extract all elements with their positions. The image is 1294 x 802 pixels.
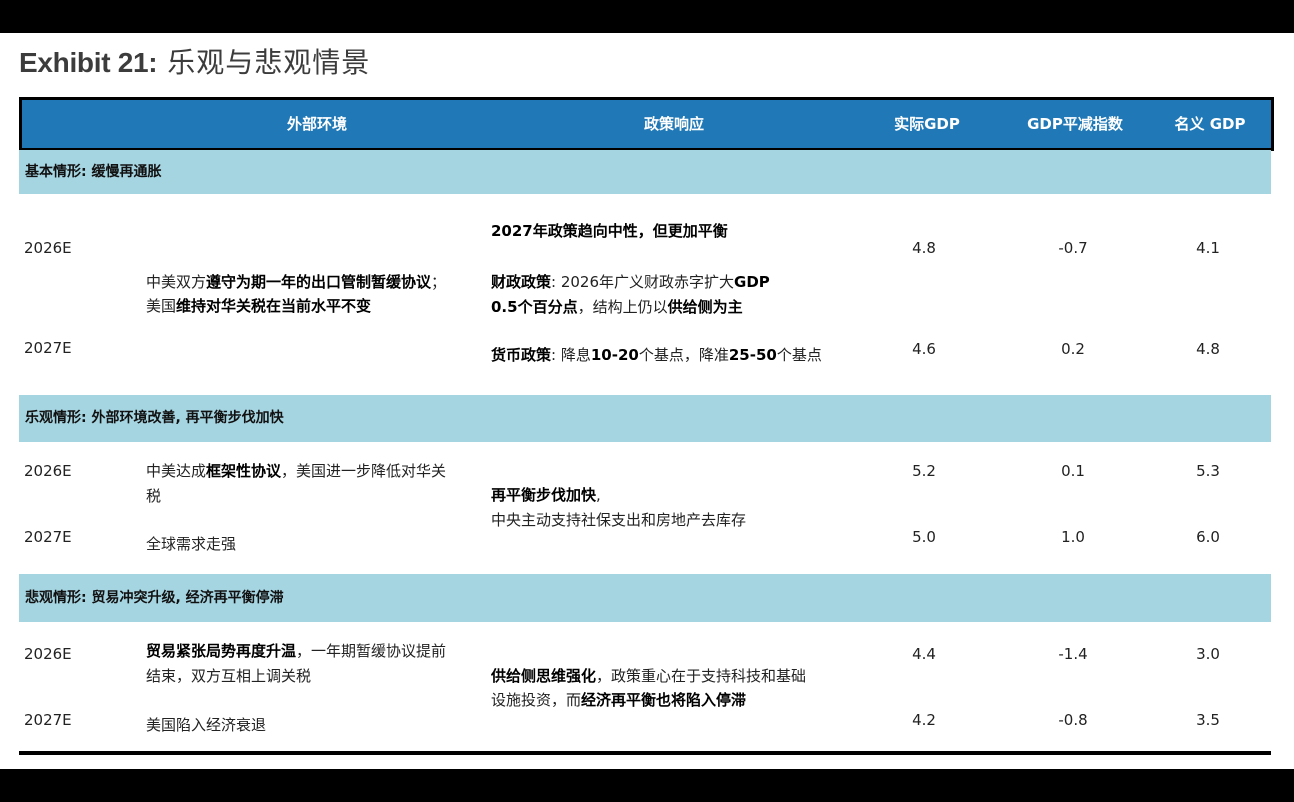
header-policy: 政策响应	[643, 115, 705, 133]
policy-fiscal: 财政政策: 2026年广义财政赤字扩大GDP	[491, 273, 770, 291]
external-text: 美国维持对华关税在当前水平不变	[146, 297, 372, 315]
report-page: Exhibit 21: 乐观与悲观情景 外部环境 政策响应 实际GDP GDP平减…	[0, 33, 1294, 769]
external-text: 中美达成框架性协议，美国进一步降低对华关	[146, 462, 447, 480]
scenario-band-pessimistic: 悲观情形: 贸易冲突升级, 经济再平衡停滞	[19, 574, 1271, 622]
real-gdp-value: 5.2	[912, 462, 936, 480]
nominal-gdp-value: 3.0	[1196, 645, 1220, 663]
year-label: 2026E	[24, 462, 72, 480]
scenario-label-pessimistic: 悲观情形: 贸易冲突升级, 经济再平衡停滞	[25, 590, 284, 606]
nominal-gdp-value: 5.3	[1196, 462, 1220, 480]
external-text: 美国陷入经济衰退	[146, 716, 267, 734]
external-text: 贸易紧张局势再度升温，一年期暂缓协议提前	[146, 642, 447, 660]
deflator-value: 0.2	[1061, 340, 1085, 358]
scenario-label-optimistic: 乐观情形: 外部环境改善, 再平衡步伐加快	[25, 410, 284, 426]
deflator-value: -0.8	[1058, 711, 1088, 729]
external-text: 全球需求走强	[146, 535, 237, 553]
deflator-value: -1.4	[1058, 645, 1088, 663]
policy-fiscal-detail: 0.5个百分点，结构上仍以供给侧为主	[491, 298, 743, 316]
scenario-label-base: 基本情形: 缓慢再通胀	[25, 164, 162, 180]
header-external: 外部环境	[286, 115, 348, 133]
scenario-band-optimistic: 乐观情形: 外部环境改善, 再平衡步伐加快	[19, 395, 1271, 442]
year-label: 2026E	[24, 645, 72, 663]
header-nominal-gdp: 名义 GDP	[1174, 115, 1246, 133]
real-gdp-value: 4.4	[912, 645, 936, 663]
year-label: 2027E	[24, 528, 72, 546]
header-deflator: GDP平减指数	[1027, 115, 1123, 133]
table-header: 外部环境 政策响应 实际GDP GDP平减指数 名义 GDP	[19, 97, 1274, 151]
table-bottom-rule	[19, 751, 1271, 755]
policy-text: 中央主动支持社保支出和房地产去库存	[491, 511, 747, 529]
external-text: 中美双方遵守为期一年的出口管制暂缓协议；	[146, 273, 447, 291]
real-gdp-value: 4.2	[912, 711, 936, 729]
real-gdp-value: 5.0	[912, 528, 936, 546]
deflator-value: -0.7	[1058, 239, 1088, 257]
scenario-band-base: 基本情形: 缓慢再通胀	[19, 150, 1271, 194]
nominal-gdp-value: 6.0	[1196, 528, 1220, 546]
real-gdp-value: 4.8	[912, 239, 936, 257]
year-label: 2027E	[24, 711, 72, 729]
exhibit-title: Exhibit 21: 乐观与悲观情景	[19, 43, 370, 83]
policy-text: 供给侧思维强化，政策重心在于支持科技和基础	[491, 667, 807, 685]
policy-monetary: 货币政策: 降息10-20个基点，降准25-50个基点	[491, 346, 822, 364]
policy-title: 2027年政策趋向中性，但更加平衡	[491, 222, 728, 240]
header-real-gdp: 实际GDP	[894, 115, 960, 133]
exhibit-heading: 乐观与悲观情景	[167, 46, 371, 79]
nominal-gdp-value: 4.8	[1196, 340, 1220, 358]
nominal-gdp-value: 4.1	[1196, 239, 1220, 257]
year-label: 2026E	[24, 239, 72, 257]
year-label: 2027E	[24, 339, 72, 357]
external-text: 税	[146, 487, 162, 505]
policy-text: 再平衡步伐加快,	[491, 486, 601, 504]
real-gdp-value: 4.6	[912, 340, 936, 358]
nominal-gdp-value: 3.5	[1196, 711, 1220, 729]
deflator-value: 1.0	[1061, 528, 1085, 546]
policy-text: 设施投资，而经济再平衡也将陷入停滞	[491, 691, 747, 709]
exhibit-number: Exhibit 21:	[19, 47, 158, 78]
external-text: 结束，双方互相上调关税	[146, 667, 312, 685]
deflator-value: 0.1	[1061, 462, 1085, 480]
